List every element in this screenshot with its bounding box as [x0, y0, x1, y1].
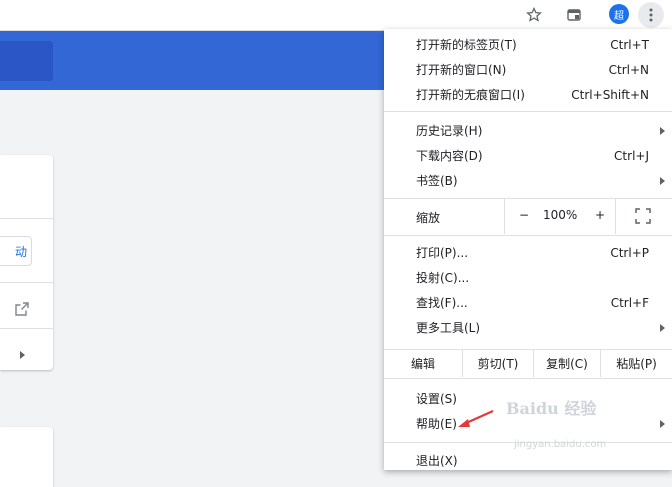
submenu-arrow-icon [660, 324, 665, 332]
menu-shortcut: Ctrl+Shift+N [571, 87, 649, 102]
fullscreen-icon[interactable] [635, 208, 651, 224]
zoom-level: 100% [543, 208, 578, 222]
header-tile[interactable] [0, 41, 53, 81]
menu-label: 帮助(E) [416, 417, 457, 431]
menu-item-more-tools[interactable]: 更多工具(L) [384, 315, 672, 340]
menu-item-find[interactable]: 查找(F)... Ctrl+F [384, 290, 672, 315]
profile-avatar[interactable]: 超 [609, 4, 629, 24]
menu-label: 查找(F)... [416, 296, 468, 310]
menu-item-bookmarks[interactable]: 书签(B) [384, 168, 672, 193]
menu-label: 投射(C)... [416, 271, 470, 285]
submenu-arrow-icon [660, 177, 665, 185]
zoom-label: 缩放 [416, 211, 441, 225]
menu-shortcut: Ctrl+P [610, 245, 649, 260]
cut-button[interactable]: 剪切(T) [463, 350, 533, 377]
bookmark-star-icon[interactable] [523, 4, 545, 26]
more-vert-icon [649, 8, 653, 22]
red-annotation-arrow-icon [458, 409, 494, 427]
menu-edit-row: 编辑 剪切(T) 复制(C) 粘贴(P) [384, 350, 672, 377]
menu-label: 打开新的无痕窗口(I) [416, 88, 525, 102]
copy-button[interactable]: 复制(C) [534, 350, 600, 377]
caret-right-icon[interactable] [20, 351, 25, 359]
settings-card-lower [0, 427, 53, 487]
menu-separator [384, 235, 672, 236]
card-divider [0, 328, 53, 329]
submenu-arrow-icon [660, 127, 665, 135]
avatar-text: 超 [614, 10, 624, 22]
card-divider [0, 282, 53, 283]
menu-shortcut: Ctrl+T [610, 37, 649, 52]
menu-shortcut: Ctrl+N [608, 62, 649, 77]
zoom-controls: − 100% + [504, 199, 616, 234]
menu-item-exit[interactable]: 退出(X) [384, 448, 672, 473]
menu-zoom-row: 缩放 − 100% + [384, 199, 672, 234]
menu-label: 设置(S) [416, 392, 457, 406]
page-header-banner [0, 31, 390, 90]
menu-item-new-incognito[interactable]: 打开新的无痕窗口(I) Ctrl+Shift+N [384, 82, 672, 107]
submenu-arrow-icon [660, 420, 665, 428]
menu-separator [384, 378, 672, 379]
menu-item-new-window[interactable]: 打开新的窗口(N) Ctrl+N [384, 57, 672, 82]
menu-item-print[interactable]: 打印(P)... Ctrl+P [384, 240, 672, 265]
card-divider [0, 218, 53, 219]
browser-toolbar: 超 [0, 0, 672, 31]
menu-label: 书签(B) [416, 174, 458, 188]
menu-label: 历史记录(H) [416, 124, 483, 138]
menu-separator [384, 111, 672, 112]
card-action-button[interactable]: 动 [0, 236, 32, 266]
menu-label: 下载内容(D) [416, 149, 483, 163]
watermark-url: jingyan.baidu.com [514, 439, 607, 450]
extension-icon[interactable] [563, 4, 585, 26]
zoom-out-button[interactable]: − [519, 208, 529, 222]
open-in-new-icon[interactable] [14, 301, 30, 317]
edit-label: 编辑 [410, 357, 435, 371]
settings-card: 动 [0, 155, 53, 370]
paste-button[interactable]: 粘贴(P) [601, 350, 672, 377]
menu-item-new-tab[interactable]: 打开新的标签页(T) Ctrl+T [384, 32, 672, 57]
menu-shortcut: Ctrl+J [614, 148, 649, 163]
zoom-in-button[interactable]: + [595, 208, 605, 222]
page-content: 动 [0, 90, 390, 487]
menu-label: 打开新的窗口(N) [416, 63, 507, 77]
menu-label: 打印(P)... [416, 246, 469, 260]
menu-shortcut: Ctrl+F [610, 295, 649, 310]
menu-item-cast[interactable]: 投射(C)... [384, 265, 672, 290]
watermark-logo: Baidu 经验 [506, 399, 597, 418]
menu-item-history[interactable]: 历史记录(H) [384, 118, 672, 143]
chrome-menu-button[interactable] [638, 2, 664, 28]
card-button-label: 动 [14, 244, 27, 259]
menu-label: 打开新的标签页(T) [416, 38, 517, 52]
menu-label: 更多工具(L) [416, 321, 481, 335]
menu-label: 退出(X) [416, 454, 458, 468]
menu-item-downloads[interactable]: 下载内容(D) Ctrl+J [384, 143, 672, 168]
